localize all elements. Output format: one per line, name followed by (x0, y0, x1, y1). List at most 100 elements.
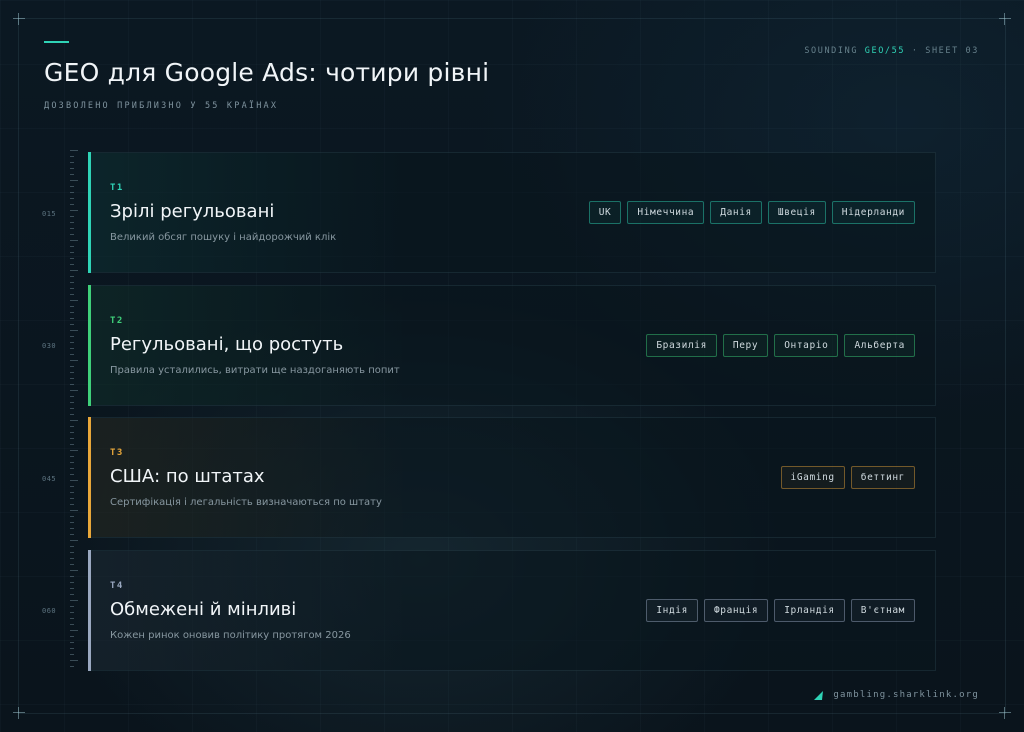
ruler-tick (70, 210, 78, 211)
corner-crosshair-br (999, 707, 1011, 719)
geo-tag: Перу (722, 334, 769, 357)
shark-fin-icon (814, 690, 824, 700)
ruler-tick (70, 282, 74, 283)
ruler-tick (70, 270, 78, 271)
ruler-tick (70, 246, 74, 247)
geo-tag: iGaming (780, 466, 845, 489)
ruler-tick (70, 642, 74, 643)
ruler-tick (70, 396, 74, 397)
ruler-tick (70, 564, 74, 565)
ruler-tick (70, 660, 78, 661)
ruler-tick (70, 432, 74, 433)
ruler-tick (70, 258, 74, 259)
ruler-tick (70, 600, 78, 601)
ruler-tick (70, 288, 74, 289)
ruler-tick (70, 630, 78, 631)
ruler-tick (70, 348, 74, 349)
ruler-tick (70, 576, 74, 577)
ruler-tick (70, 558, 74, 559)
ruler-tick (70, 156, 74, 157)
tier-card: T1 Зрілі регульовані Великий обсяг пошук… (88, 152, 936, 273)
ruler-tick (70, 216, 74, 217)
tier-card: T3 США: по штатах Сертифікація і легальн… (88, 417, 936, 538)
ruler-tick (70, 588, 74, 589)
tag-list: Бразилія Перу Онтаріо Альберта (646, 334, 915, 357)
ruler-tick (70, 378, 74, 379)
ruler-tick (70, 570, 78, 571)
ruler-tick (70, 612, 74, 613)
ruler-label: 030 (42, 342, 57, 350)
ruler-tick (70, 456, 74, 457)
page-subtitle: ДОЗВОЛЕНО ПРИБЛИЗНО У 55 КРАЇНАХ (44, 101, 279, 111)
ruler-tick (70, 252, 74, 253)
ruler-tick (70, 372, 74, 373)
ruler-tick (70, 528, 74, 529)
ruler-tick (70, 222, 74, 223)
ruler-tick (70, 240, 78, 241)
tier-description: Великий обсяг пошуку і найдорожчий клік (110, 232, 337, 243)
sheet-highlight: GEO/55 (864, 46, 906, 56)
ruler-tick (70, 492, 74, 493)
ruler-tick (70, 384, 74, 385)
ruler-label: 060 (42, 607, 57, 615)
ruler-tick (70, 516, 74, 517)
geo-tag: В'єтнам (850, 599, 915, 622)
ruler-tick (70, 468, 74, 469)
ruler-tick (70, 582, 74, 583)
ruler-tick (70, 390, 78, 391)
ruler-tick (70, 192, 74, 193)
ruler-tick (70, 648, 74, 649)
ruler-tick (70, 264, 74, 265)
ruler-tick (70, 234, 74, 235)
tier-code: T3 (110, 448, 124, 458)
ruler-tick (70, 552, 74, 553)
tier-card: T2 Регульовані, що ростуть Правила устал… (88, 285, 936, 406)
geo-tag: Індія (646, 599, 698, 622)
geo-tag: Франція (703, 599, 769, 622)
ruler-tick (70, 408, 74, 409)
ruler-tick (70, 594, 74, 595)
tier-title: Регульовані, що ростуть (110, 334, 344, 355)
ruler-tick (70, 168, 74, 169)
ruler-tick (70, 504, 74, 505)
ruler-tick (70, 474, 74, 475)
ruler-tick (70, 324, 74, 325)
ruler-tick (70, 546, 74, 547)
corner-crosshair-tr (999, 13, 1011, 25)
ruler-tick (70, 366, 74, 367)
ruler-tick (70, 204, 74, 205)
ruler-tick (70, 636, 74, 637)
page-title: GEO для Google Ads: чотири рівні (44, 58, 490, 87)
sheet-suffix: · SHEET 03 (911, 46, 979, 56)
tier-title: Обмежені й мінливі (110, 599, 297, 620)
footer-brand: gambling.sharklink.org (814, 690, 979, 700)
ruler-tick (70, 180, 78, 181)
tier-description: Сертифікація і легальність визначаються … (110, 497, 382, 508)
tag-list: UK Німеччина Данія Швеція Нідерланди (588, 201, 915, 224)
ruler-tick (70, 186, 74, 187)
ruler-tick (70, 618, 74, 619)
ruler-tick (70, 306, 74, 307)
ruler-tick (70, 414, 74, 415)
geo-tag: Німеччина (627, 201, 705, 224)
footer-site-link[interactable]: gambling.sharklink.org (833, 690, 979, 700)
geo-tag: беттинг (850, 466, 915, 489)
ruler-tick (70, 486, 74, 487)
ruler-tick (70, 522, 74, 523)
ruler-tick (70, 444, 74, 445)
corner-crosshair-bl (13, 707, 25, 719)
tier-code: T1 (110, 183, 124, 193)
ruler-tick (70, 294, 74, 295)
geo-tag: Данія (710, 201, 762, 224)
geo-tag: Швеція (767, 201, 826, 224)
tag-list: Індія Франція Ірландія В'єтнам (646, 599, 915, 622)
ruler-tick (70, 480, 78, 481)
tier-description: Кожен ринок оновив політику протягом 202… (110, 630, 351, 641)
vertical-ruler (70, 150, 82, 672)
ruler-tick (70, 228, 74, 229)
ruler-tick (70, 300, 78, 301)
ruler-tick (70, 162, 74, 163)
tier-code: T4 (110, 581, 124, 591)
ruler-tick (70, 540, 78, 541)
ruler-tick (70, 510, 78, 511)
